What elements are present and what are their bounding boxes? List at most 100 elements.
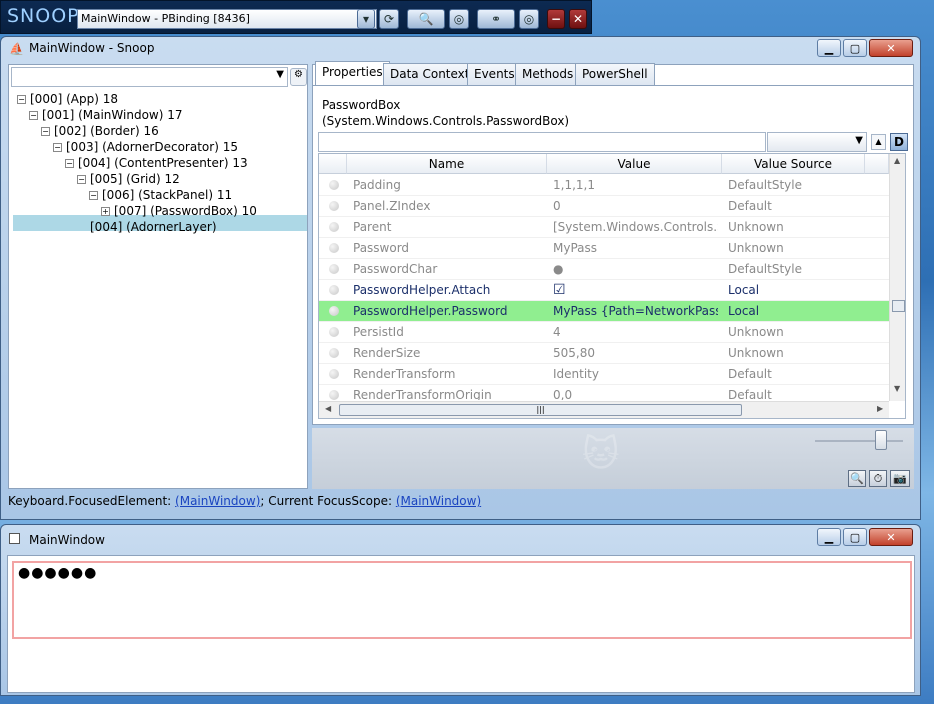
horizontal-scrollbar[interactable]: ◀ ||| ▶: [319, 401, 889, 418]
minimize-button[interactable]: ▁: [817, 528, 841, 546]
property-marker-icon: [329, 180, 339, 190]
tree-item[interactable]: + [007] (PasswordBox) 10: [101, 203, 257, 219]
focused-element-link[interactable]: (MainWindow): [175, 494, 260, 508]
scroll-left-icon[interactable]: ◀: [325, 404, 331, 413]
column-header-value[interactable]: Value: [547, 154, 722, 174]
settings-icon[interactable]: ⚙: [290, 68, 307, 86]
collapse-icon[interactable]: −: [77, 175, 86, 184]
cell-value: 4: [553, 325, 561, 339]
table-row[interactable]: RenderSize 505,80 Unknown: [319, 343, 889, 364]
camera-icon[interactable]: 📷: [890, 470, 910, 487]
tree-item-label: [002] (Border) 16: [54, 124, 159, 138]
scroll-down-icon[interactable]: ▼: [894, 384, 900, 393]
cell-value: [System.Windows.Controls.StackPanel]: [553, 220, 718, 234]
cell-value: ●: [553, 262, 564, 276]
horizontal-scroll-thumb[interactable]: |||: [339, 404, 742, 416]
table-row[interactable]: PasswordHelper.Attach ☑ Local: [319, 280, 889, 301]
tree-item[interactable]: − [006] (StackPanel) 11: [89, 187, 232, 203]
table-row[interactable]: RenderTransformOrigin 0,0 Default: [319, 385, 889, 400]
sort-up-icon[interactable]: ▲: [871, 134, 886, 150]
tree-item[interactable]: [004] (AdornerLayer): [77, 219, 217, 235]
binoculars-icon[interactable]: ⚭: [477, 9, 515, 29]
tab-methods[interactable]: Methods: [515, 63, 581, 85]
maximize-button[interactable]: ▢: [843, 39, 867, 57]
collapse-icon[interactable]: −: [65, 159, 74, 168]
window-select-combo[interactable]: MainWindow - PBinding [8436]: [77, 9, 377, 29]
scroll-up-icon[interactable]: ▲: [894, 156, 900, 165]
cell-value: 0: [553, 199, 561, 213]
cell-value: 1,1,1,1: [553, 178, 595, 192]
cell-name: PasswordHelper.Password: [353, 304, 508, 318]
cell-name: RenderTransform: [353, 367, 456, 381]
tree-item[interactable]: − [004] (ContentPresenter) 13: [65, 155, 248, 171]
cell-name: PasswordHelper.Attach: [353, 283, 491, 297]
cell-source: Default: [728, 388, 772, 400]
property-marker-icon: [329, 264, 339, 274]
cell-name: PersistId: [353, 325, 404, 339]
tree-filter-combo[interactable]: ▼: [11, 67, 288, 87]
cell-name: RenderSize: [353, 346, 421, 360]
property-marker-icon: [329, 222, 339, 232]
zoom-slider-track[interactable]: [815, 440, 903, 442]
scroll-right-icon[interactable]: ▶: [877, 404, 883, 413]
collapse-icon[interactable]: −: [29, 111, 38, 120]
table-row[interactable]: PasswordChar ● DefaultStyle: [319, 259, 889, 280]
tab-events[interactable]: Events: [467, 63, 522, 85]
close-button[interactable]: ✕: [869, 39, 913, 57]
cell-name: RenderTransformOrigin: [353, 388, 492, 400]
column-header-value-source[interactable]: Value Source: [722, 154, 865, 174]
table-row[interactable]: Panel.ZIndex 0 Default: [319, 196, 889, 217]
snoop-window-icon: ⛵: [9, 42, 24, 56]
refresh-icon[interactable]: ⟳: [379, 9, 399, 29]
minimize-button[interactable]: ▁: [817, 39, 841, 57]
table-row[interactable]: Password MyPass Unknown: [319, 238, 889, 259]
focus-scope-link[interactable]: (MainWindow): [396, 494, 481, 508]
tree-item[interactable]: − [002] (Border) 16: [41, 123, 159, 139]
tree-item-label: [003] (AdornerDecorator) 15: [66, 140, 238, 154]
collapse-icon[interactable]: −: [17, 95, 26, 104]
snoop-window-title: MainWindow - Snoop: [29, 41, 155, 55]
collapse-icon[interactable]: −: [89, 191, 98, 200]
maximize-button[interactable]: ▢: [843, 528, 867, 546]
cell-name: Panel.ZIndex: [353, 199, 431, 213]
target-icon[interactable]: ◎: [519, 9, 539, 29]
chevron-down-icon: ▼: [855, 135, 863, 146]
collapse-icon[interactable]: −: [41, 127, 50, 136]
cell-value: ☑: [553, 282, 566, 298]
dropdown-arrow-icon[interactable]: ▾: [357, 9, 375, 29]
search-icon[interactable]: 🔍: [848, 470, 866, 487]
table-row[interactable]: Padding 1,1,1,1 DefaultStyle: [319, 175, 889, 196]
snoop-logo: SNOOP: [7, 5, 80, 27]
magnifier-icon[interactable]: 🔍: [407, 9, 445, 29]
vertical-scrollbar[interactable]: ▲ ▼: [889, 154, 905, 401]
property-filter-combo[interactable]: ▼: [767, 132, 867, 152]
tree-item[interactable]: − [003] (AdornerDecorator) 15: [53, 139, 238, 155]
minimize-icon[interactable]: −: [547, 9, 565, 29]
table-row[interactable]: Parent [System.Windows.Controls.StackPane…: [319, 217, 889, 238]
collapse-icon[interactable]: −: [53, 143, 62, 152]
table-row[interactable]: RenderTransform Identity Default: [319, 364, 889, 385]
password-input[interactable]: ●●●●●●: [12, 561, 912, 639]
tree-item[interactable]: − [001] (MainWindow) 17: [29, 107, 183, 123]
table-row[interactable]: PersistId 4 Unknown: [319, 322, 889, 343]
table-row[interactable]: PasswordHelper.Password MyPass {Path=Netw…: [319, 301, 889, 322]
defaults-toggle-button[interactable]: D: [890, 133, 908, 151]
column-header-name[interactable]: Name: [347, 154, 547, 174]
property-filter-input[interactable]: [318, 132, 766, 152]
zoom-slider-thumb[interactable]: [875, 430, 887, 450]
target-icon[interactable]: ◎: [449, 9, 469, 29]
cell-source: DefaultStyle: [728, 178, 802, 192]
tab-properties[interactable]: Properties: [315, 61, 390, 85]
expand-icon[interactable]: +: [101, 207, 110, 216]
tree-item-label: [001] (MainWindow) 17: [42, 108, 183, 122]
tab-data-context[interactable]: Data Context: [383, 63, 477, 85]
properties-panel: Properties Data Context Events Methods P…: [312, 61, 914, 425]
tree-item[interactable]: − [000] (App) 18: [17, 91, 118, 107]
tab-powershell[interactable]: PowerShell: [575, 63, 655, 85]
cell-source: Local: [728, 283, 760, 297]
tree-item[interactable]: − [005] (Grid) 12: [77, 171, 180, 187]
close-icon[interactable]: ✕: [569, 9, 587, 29]
close-button[interactable]: ✕: [869, 528, 913, 546]
timer-icon[interactable]: ⏱: [869, 470, 887, 487]
vertical-scroll-thumb[interactable]: [892, 300, 905, 312]
